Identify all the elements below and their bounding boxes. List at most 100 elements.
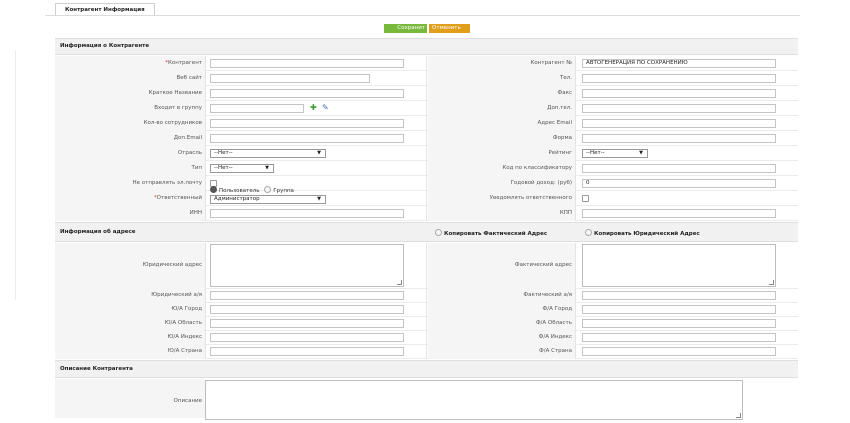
save-button[interactable]: Сохранит [384,24,427,33]
extra-phone-label: Доп.тел. [428,101,575,116]
copy-legal-radio[interactable] [585,229,592,236]
sidebar-divider [15,50,16,300]
industry-label: Отрасль [55,146,205,161]
contractor-no-input[interactable]: АВТОГЕНЕРАЦИЯ ПО СОХРАНЕНИЮ [582,59,776,68]
description-label: Описание [55,379,205,418]
kpp-label: КПП [428,206,575,221]
legal-address-textarea[interactable] [210,244,404,287]
form-row: Краткое Название Факс [55,86,798,101]
rating-value: --Нет-- [586,150,605,156]
actual-region-label: Ф/А Область [428,316,575,331]
contractor-no-label: Контрагент № [428,56,575,71]
legal-address-label: Юридический адрес [55,243,205,289]
form-row: Доп.Email Форма [55,131,798,146]
tab-underline [45,15,800,16]
website-label: Веб сайт [55,71,205,86]
legal-city-input[interactable] [210,305,404,314]
copy-actual-radio[interactable] [435,229,442,236]
income-label: Годовой доход: (руб) [428,176,575,191]
group-option-label: Группа [273,188,294,194]
fax-label: Факс [428,86,575,101]
section-header-description: Описание Контрагента [55,360,798,378]
field-label: *Контрагент [55,56,205,71]
industry-select[interactable]: --Нет-- ▼ [210,149,326,158]
form-label: Форма [428,131,575,146]
phone-input[interactable] [582,74,776,83]
type-label: Тип [55,161,205,176]
actual-city-label: Ф/А Город [428,302,575,317]
form-row: *Ответственный Пользователь Группа Админ… [55,186,798,206]
form-row: Ю/А Страна Ф/А Страна [55,344,798,359]
email-input[interactable] [582,119,776,128]
actual-zip-input[interactable] [582,333,776,342]
form-row: Кол-во сотрудников Адрес Email [55,116,798,131]
copy-actual-label: Копировать Фактический Адрес [444,231,548,237]
form-row: Описание [55,379,798,420]
group-radio[interactable] [264,186,272,193]
legal-country-input[interactable] [210,347,404,356]
type-value: --Нет-- [214,165,233,171]
extra-phone-input[interactable] [582,104,776,113]
cancel-button[interactable]: Отменить [429,24,470,33]
form-row: Отрасль --Нет-- ▼ Рейтинг --Нет-- ▼ [55,146,798,161]
actual-city-input[interactable] [582,305,776,314]
actual-country-input[interactable] [582,347,776,356]
actual-address-label: Фактический адрес [428,243,575,289]
actual-address-textarea[interactable] [582,244,776,287]
form-row: ИНН КПП [55,206,798,221]
legal-region-label: Ю/А Область [55,316,205,331]
user-radio[interactable] [210,186,217,193]
actual-country-label: Ф/А Страна [428,344,575,359]
contractor-input[interactable] [210,59,404,68]
chevron-down-icon: ▼ [317,196,321,202]
plus-icon[interactable]: ✚ [310,104,317,112]
form-row: Юридический адрес Фактический адрес [55,243,798,289]
employees-label: Кол-во сотрудников [55,116,205,131]
inn-input[interactable] [210,209,404,218]
no-email-label: Не отправлять эл.почту [55,176,205,191]
copy-legal-label: Копировать Юридический Адрес [594,231,700,237]
form-row: *Контрагент Контрагент № АВТОГЕНЕРАЦИЯ П… [55,56,798,71]
notify-checkbox[interactable] [582,195,589,202]
section-title: Описание Контрагента [60,366,133,372]
legal-city-label: Ю/А Город [55,302,205,317]
legal-po-input[interactable] [210,291,404,300]
section-title: Информация об адресе [60,229,136,235]
website-input[interactable] [210,74,370,83]
form-row: Не отправлять эл.почту Годовой доход: (р… [55,176,798,191]
employees-input[interactable] [210,119,404,128]
rating-label: Рейтинг [428,146,575,161]
type-select[interactable]: --Нет-- ▼ [210,164,274,173]
fax-input[interactable] [582,89,776,98]
copy-actual-address[interactable]: Копировать Фактический Адрес [435,229,547,237]
group-input[interactable] [210,104,304,113]
user-option-label: Пользователь [219,188,260,194]
actual-po-label: Фактический а/я [428,288,575,303]
legal-country-label: Ю/А Страна [55,344,205,359]
classifier-input[interactable] [582,164,776,173]
kpp-input[interactable] [582,209,776,218]
form-row: Ю/А Область Ф/А Область [55,316,798,331]
form-row: Ю/А Город Ф/А Город [55,302,798,317]
responsible-value: Администратор [214,196,260,202]
actual-po-input[interactable] [582,291,776,300]
rating-select[interactable]: --Нет-- ▼ [582,149,648,158]
income-input[interactable]: 0 [582,179,776,188]
copy-legal-address[interactable]: Копировать Юридический Адрес [585,229,700,237]
legal-zip-input[interactable] [210,333,404,342]
legal-region-input[interactable] [210,319,404,328]
group-label: Входит в группу [55,101,205,116]
actual-region-input[interactable] [582,319,776,328]
select-icon[interactable]: ✎ [322,104,329,112]
contractor-label: Контрагент [167,60,202,66]
extra-email-input[interactable] [210,134,404,143]
section-title: Информация о Контрагенте [60,43,150,49]
form-row: Ю/А Индекс Ф/А Индекс [55,330,798,345]
email-label: Адрес Email [428,116,575,131]
responsible-label: Ответственный [156,195,202,201]
short-name-input[interactable] [210,89,404,98]
description-textarea[interactable] [205,380,743,420]
form-input[interactable] [582,134,776,143]
responsible-select[interactable]: Администратор ▼ [210,195,326,204]
legal-po-label: Юридический а/я [55,288,205,303]
